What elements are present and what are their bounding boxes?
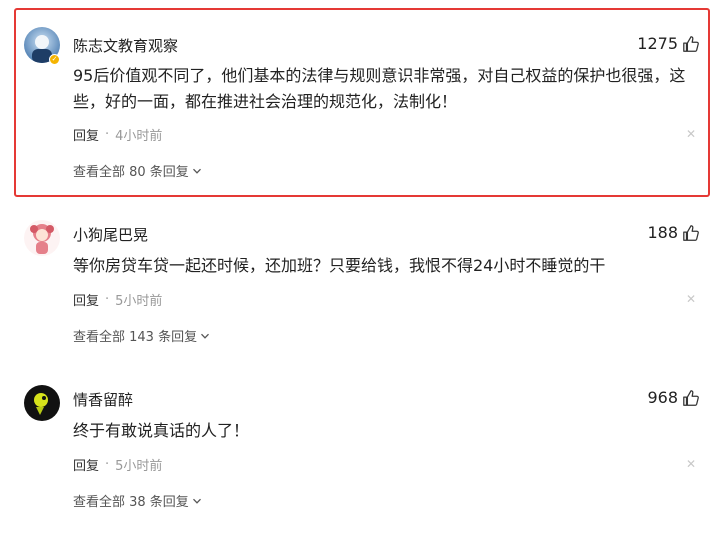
close-icon[interactable]: ✕ [686, 458, 696, 470]
timestamp: 5小时前 [115, 294, 163, 309]
meta-separator: · [105, 457, 110, 472]
comment-item: ✓ 陈志文教育观察 1275 95后价值观不同了，他们基本的法律与规则意识非常强… [0, 0, 726, 200]
reply-button[interactable]: 回复 [73, 125, 99, 144]
comment-meta: 回复 · 5小时前 [73, 290, 162, 309]
chevron-down-icon [201, 333, 210, 339]
view-all-replies-label: 查看全部 143 条回复 [73, 330, 198, 345]
avatar[interactable] [24, 220, 60, 256]
chevron-down-icon [192, 498, 201, 504]
view-all-replies-button[interactable]: 查看全部 38 条回复 [73, 491, 202, 510]
timestamp: 4小时前 [115, 129, 163, 144]
comment-meta: 回复 · 5小时前 [73, 455, 162, 474]
username[interactable]: 陈志文教育观察 [73, 35, 178, 56]
like-button[interactable]: 1275 [637, 34, 700, 53]
view-all-replies-button[interactable]: 查看全部 143 条回复 [73, 326, 210, 345]
meta-separator: · [105, 127, 110, 142]
close-icon[interactable]: ✕ [686, 293, 696, 305]
comment-text: 95后价值观不同了，他们基本的法律与规则意识非常强，对自己权益的保护也很强，这些… [73, 66, 686, 111]
comment-item: 情香留醉 968 终于有敢说真话的人了！ 回复 · 5小时前 ✕ 查看全部 38… [0, 365, 726, 535]
view-all-replies-label: 查看全部 80 条回复 [73, 165, 189, 180]
thumbs-up-icon [683, 224, 699, 241]
like-count: 968 [647, 388, 678, 407]
view-all-replies-label: 查看全部 38 条回复 [73, 495, 189, 510]
comment-text: 等你房贷车贷一起还时候，还加班？只要给钱，我恨不得24小时不睡觉的干 [73, 256, 606, 275]
avatar[interactable] [24, 385, 60, 421]
comment-item: 小狗尾巴晃 188 等你房贷车贷一起还时候，还加班？只要给钱，我恨不得24小时不… [0, 200, 726, 365]
meta-separator: · [105, 292, 110, 307]
like-button[interactable]: 188 [647, 223, 700, 242]
verified-badge-icon: ✓ [49, 54, 60, 65]
close-icon[interactable]: ✕ [686, 128, 696, 140]
reply-button[interactable]: 回复 [73, 455, 99, 474]
timestamp: 5小时前 [115, 459, 163, 474]
username[interactable]: 小狗尾巴晃 [73, 224, 148, 245]
like-button[interactable]: 968 [647, 388, 700, 407]
comment-meta: 回复 · 4小时前 [73, 125, 162, 144]
like-count: 188 [647, 223, 678, 242]
chevron-down-icon [192, 168, 201, 174]
view-all-replies-button[interactable]: 查看全部 80 条回复 [73, 161, 202, 180]
reply-button[interactable]: 回复 [73, 290, 99, 309]
like-count: 1275 [637, 34, 678, 53]
thumbs-up-icon [683, 389, 699, 406]
username[interactable]: 情香留醉 [73, 389, 133, 410]
thumbs-up-icon [683, 35, 699, 52]
comment-list: ✓ 陈志文教育观察 1275 95后价值观不同了，他们基本的法律与规则意识非常强… [0, 0, 726, 539]
comment-text: 终于有敢说真话的人了！ [73, 421, 250, 440]
